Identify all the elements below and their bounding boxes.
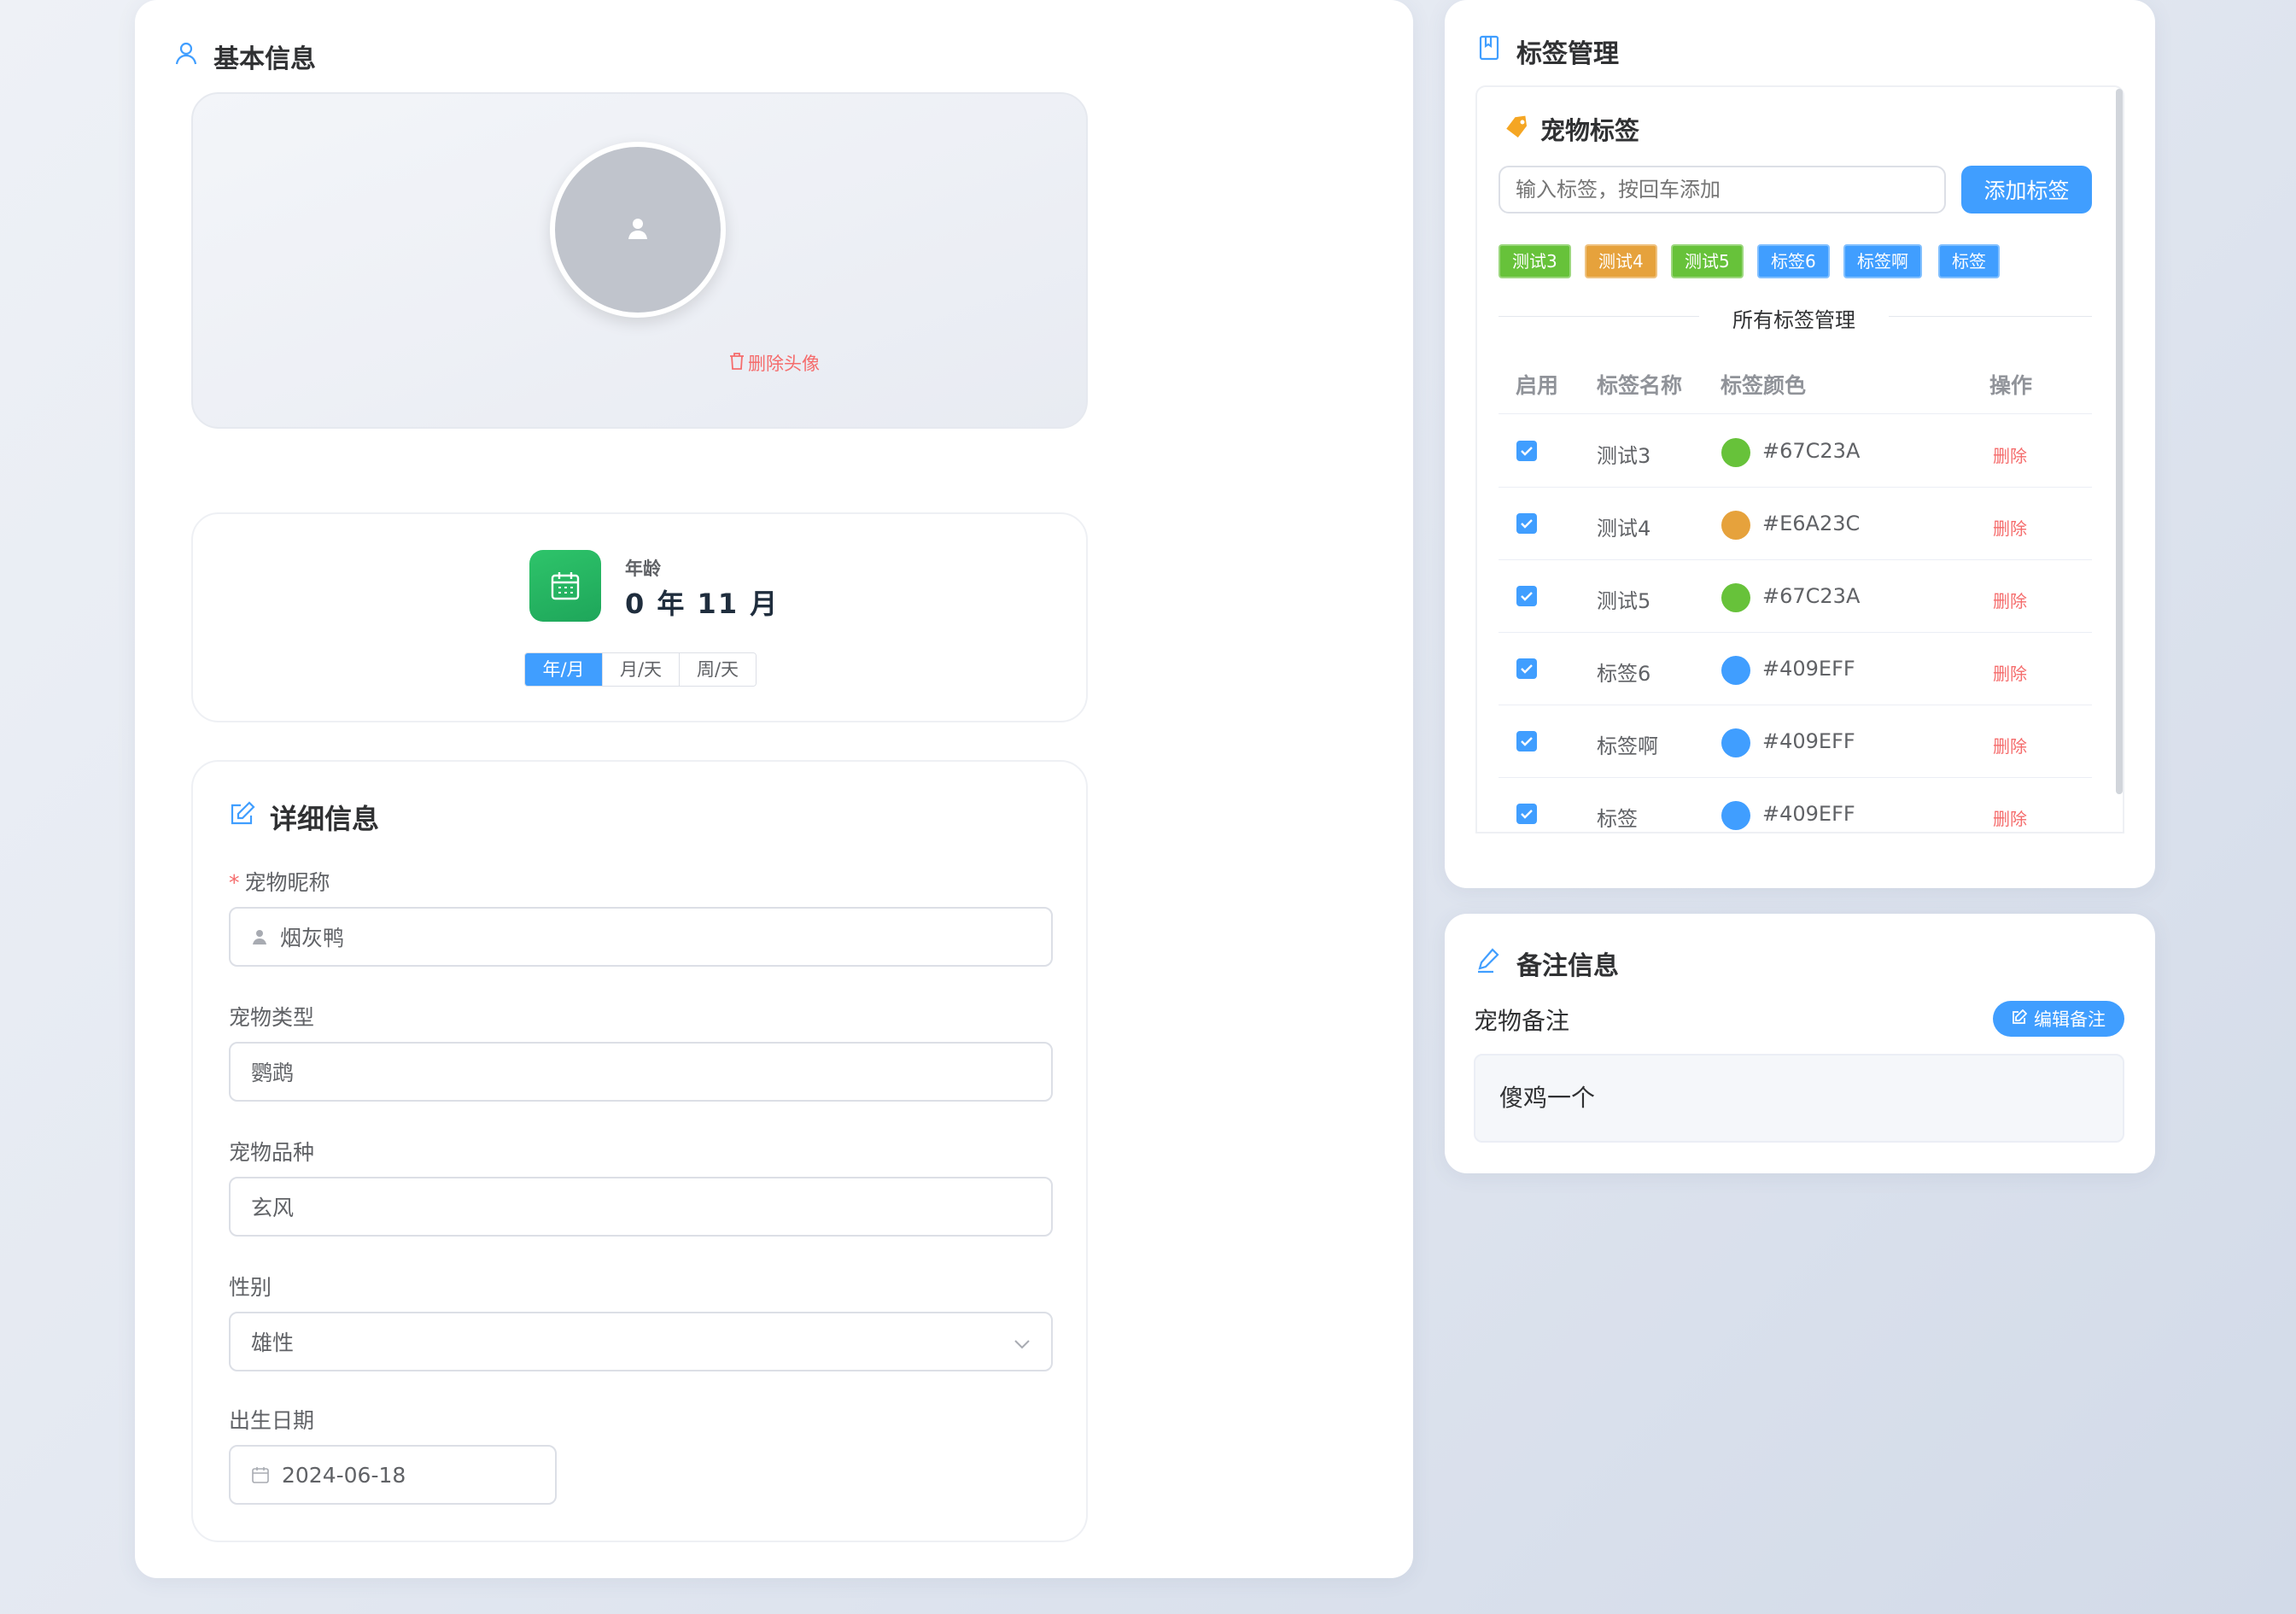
tags-scrollbar[interactable] [2116,89,2123,794]
notes-title: 备注信息 [1516,951,1619,981]
row-color-value: #409EFF [1762,657,1855,681]
row-color-value: #67C23A [1762,584,1861,608]
edit-icon [229,800,256,834]
row-color-swatch [1721,801,1750,830]
nickname-label: * 宠物昵称 [229,870,330,895]
tag-chip[interactable]: 测试5 [1671,244,1744,278]
detail-header: 详细信息 [229,798,379,837]
birthday-label: 出生日期 [229,1408,315,1433]
nickname-value: 烟灰鸭 [280,926,345,950]
delete-avatar-button[interactable]: 删除头像 [729,350,820,376]
tag-chip[interactable]: 标签 [1938,244,2000,278]
age-unit-year-month[interactable]: 年/月 [525,653,602,686]
row-color-swatch [1721,438,1750,467]
age-value: 0 年 11 月 [625,588,780,620]
edit-note-label: 编辑备注 [2034,1009,2106,1030]
pet-tags-header: 宠物标签 [1504,111,1639,147]
row-delete-button[interactable]: 删除 [1993,515,2027,540]
notes-header: 备注信息 [1475,944,1619,982]
basic-info-header: 基本信息 [172,38,316,75]
delete-avatar-label: 删除头像 [748,354,820,374]
tag-management-header: 标签管理 [1475,32,1619,70]
tag-chip[interactable]: 测试3 [1499,244,1571,278]
tag-input[interactable] [1499,166,1946,213]
nickname-input[interactable]: 烟灰鸭 [229,907,1053,967]
row-delete-button[interactable]: 删除 [1993,660,2027,685]
row-color-value: #67C23A [1762,439,1861,463]
tag-chip[interactable]: 标签6 [1757,244,1830,278]
pet-tags-title: 宠物标签 [1540,116,1640,145]
birthday-picker[interactable]: 2024-06-18 [229,1445,557,1505]
tag-chip[interactable]: 测试4 [1585,244,1657,278]
tag-icon [1504,114,1530,143]
row-divider [1499,777,2092,778]
gender-label: 性别 [229,1275,272,1300]
row-tag-name: 测试4 [1597,517,1651,541]
gender-select[interactable]: 雄性 [229,1312,1053,1371]
row-color-value: #E6A23C [1762,512,1861,535]
all-tags-title: 所有标签管理 [1699,303,1889,333]
age-unit-month-day[interactable]: 月/天 [602,653,679,686]
user-icon [251,928,268,945]
age-label: 年龄 [625,558,661,579]
row-delete-button[interactable]: 删除 [1993,805,2027,830]
edit-note-button[interactable]: 编辑备注 [1993,1001,2124,1037]
gender-value: 雄性 [251,1330,295,1355]
column-header-enabled: 启用 [1516,373,1559,398]
tag-management-title: 标签管理 [1516,39,1619,69]
chevron-down-icon [1014,1330,1031,1354]
trash-icon [729,352,745,374]
row-divider [1499,559,2092,560]
pet-breed-label: 宠物品种 [229,1140,315,1165]
user-icon [172,39,200,73]
column-header-action: 操作 [1989,373,2033,398]
row-color-value: #409EFF [1762,729,1855,753]
row-color-swatch [1721,728,1750,757]
row-enabled-checkbox[interactable] [1516,441,1537,461]
row-divider [1499,632,2092,633]
age-unit-week-day[interactable]: 周/天 [679,653,756,686]
avatar[interactable] [550,142,726,318]
row-tag-name: 标签6 [1597,662,1651,686]
row-delete-button[interactable]: 删除 [1993,442,2027,467]
row-tag-name: 测试3 [1597,444,1651,468]
row-tag-name: 测试5 [1597,589,1651,613]
pet-breed-value: 玄风 [251,1196,295,1220]
pen-icon [1475,946,1503,980]
row-tag-name: 标签啊 [1597,734,1658,758]
row-delete-button[interactable]: 删除 [1993,588,2027,612]
avatar-placeholder-icon [626,216,650,243]
pet-breed-input[interactable]: 玄风 [229,1177,1053,1237]
row-enabled-checkbox[interactable] [1516,513,1537,534]
row-enabled-checkbox[interactable] [1516,731,1537,751]
row-color-value: #409EFF [1762,802,1855,826]
notes-content: 傻鸡一个 [1474,1054,2124,1143]
tag-chip[interactable]: 标签啊 [1843,244,1922,278]
age-unit-switch: 年/月 月/天 周/天 [524,652,757,687]
pet-type-value: 鹦鹉 [251,1061,295,1085]
row-divider [1499,413,2092,414]
row-enabled-checkbox[interactable] [1516,658,1537,679]
calendar-icon [251,1465,270,1484]
row-color-swatch [1721,656,1750,685]
row-enabled-checkbox[interactable] [1516,804,1537,824]
column-header-name: 标签名称 [1597,373,1683,398]
notes-subtitle: 宠物备注 [1474,1007,1570,1035]
row-color-swatch [1721,583,1750,612]
pet-type-input[interactable]: 鹦鹉 [229,1042,1053,1102]
pet-type-label: 宠物类型 [229,1005,315,1030]
detail-title: 详细信息 [270,803,380,835]
basic-info-title: 基本信息 [213,44,316,74]
row-enabled-checkbox[interactable] [1516,586,1537,606]
column-header-color: 标签颜色 [1721,373,1807,398]
row-color-swatch [1721,511,1750,540]
row-delete-button[interactable]: 删除 [1993,733,2027,757]
book-icon [1475,34,1503,68]
row-divider [1499,487,2092,488]
add-tag-button[interactable]: 添加标签 [1961,166,2092,213]
calendar-icon [529,550,601,622]
edit-icon [2012,1009,2028,1029]
birthday-value: 2024-06-18 [282,1462,406,1488]
row-tag-name: 标签 [1597,807,1638,831]
